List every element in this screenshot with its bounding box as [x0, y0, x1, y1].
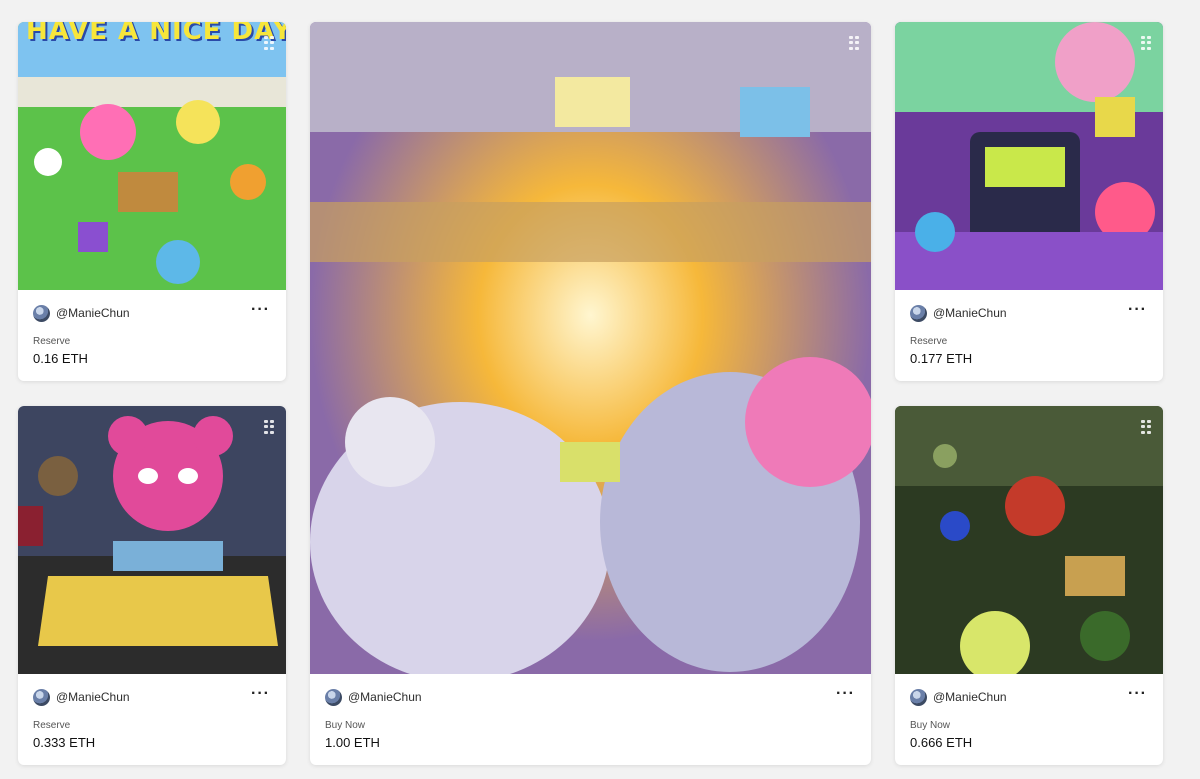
creator-handle[interactable]: @ManieChun — [56, 690, 130, 704]
artwork-title-text: HAVE A NICE DAY — [26, 22, 286, 46]
price: 0.666 ETH — [910, 735, 973, 750]
sale-status: Buy Now — [325, 720, 366, 731]
artwork-image[interactable]: HAVE A NICE DAY — [18, 22, 286, 290]
price: 1.00 ETH — [325, 735, 380, 750]
avatar[interactable] — [33, 304, 50, 322]
creator-handle[interactable]: @ManieChun — [348, 690, 422, 704]
price: 0.16 ETH — [33, 351, 88, 366]
price: 0.333 ETH — [33, 735, 96, 750]
artwork-card[interactable]: @ManieChun ··· Buy Now 0.666 ETH — [895, 406, 1163, 765]
more-horizontal-icon[interactable]: ··· — [251, 302, 270, 318]
more-horizontal-icon[interactable]: ··· — [1128, 686, 1147, 702]
more-horizontal-icon[interactable]: ··· — [251, 686, 270, 702]
drag-handle-icon[interactable] — [264, 36, 274, 50]
drag-handle-icon[interactable] — [849, 36, 859, 50]
more-horizontal-icon[interactable]: ··· — [1128, 302, 1147, 318]
artwork-image[interactable] — [18, 406, 286, 674]
artwork-image[interactable] — [895, 406, 1163, 674]
sale-status: Reserve — [910, 336, 948, 347]
artwork-card[interactable]: @ManieChun ··· Reserve 0.177 ETH — [895, 22, 1163, 381]
avatar[interactable] — [910, 688, 927, 706]
drag-handle-icon[interactable] — [1141, 420, 1151, 434]
more-horizontal-icon[interactable]: ··· — [836, 686, 855, 702]
sale-status: Buy Now — [910, 720, 951, 731]
creator-handle[interactable]: @ManieChun — [933, 306, 1007, 320]
artwork-card[interactable]: HAVE A NICE DAY @ManieChun ··· Reserve 0… — [18, 22, 286, 381]
drag-handle-icon[interactable] — [1141, 36, 1151, 50]
avatar[interactable] — [325, 688, 342, 706]
creator-handle[interactable]: @ManieChun — [56, 306, 130, 320]
sale-status: Reserve — [33, 720, 71, 731]
creator-handle[interactable]: @ManieChun — [933, 690, 1007, 704]
artwork-card[interactable]: @ManieChun ··· Buy Now 1.00 ETH — [310, 22, 871, 765]
drag-handle-icon[interactable] — [264, 420, 274, 434]
sale-status: Reserve — [33, 336, 71, 347]
artwork-image[interactable] — [310, 22, 871, 674]
artwork-card[interactable]: @ManieChun ··· Reserve 0.333 ETH — [18, 406, 286, 765]
artwork-image[interactable] — [895, 22, 1163, 290]
avatar[interactable] — [910, 304, 927, 322]
avatar[interactable] — [33, 688, 50, 706]
price: 0.177 ETH — [910, 351, 973, 366]
